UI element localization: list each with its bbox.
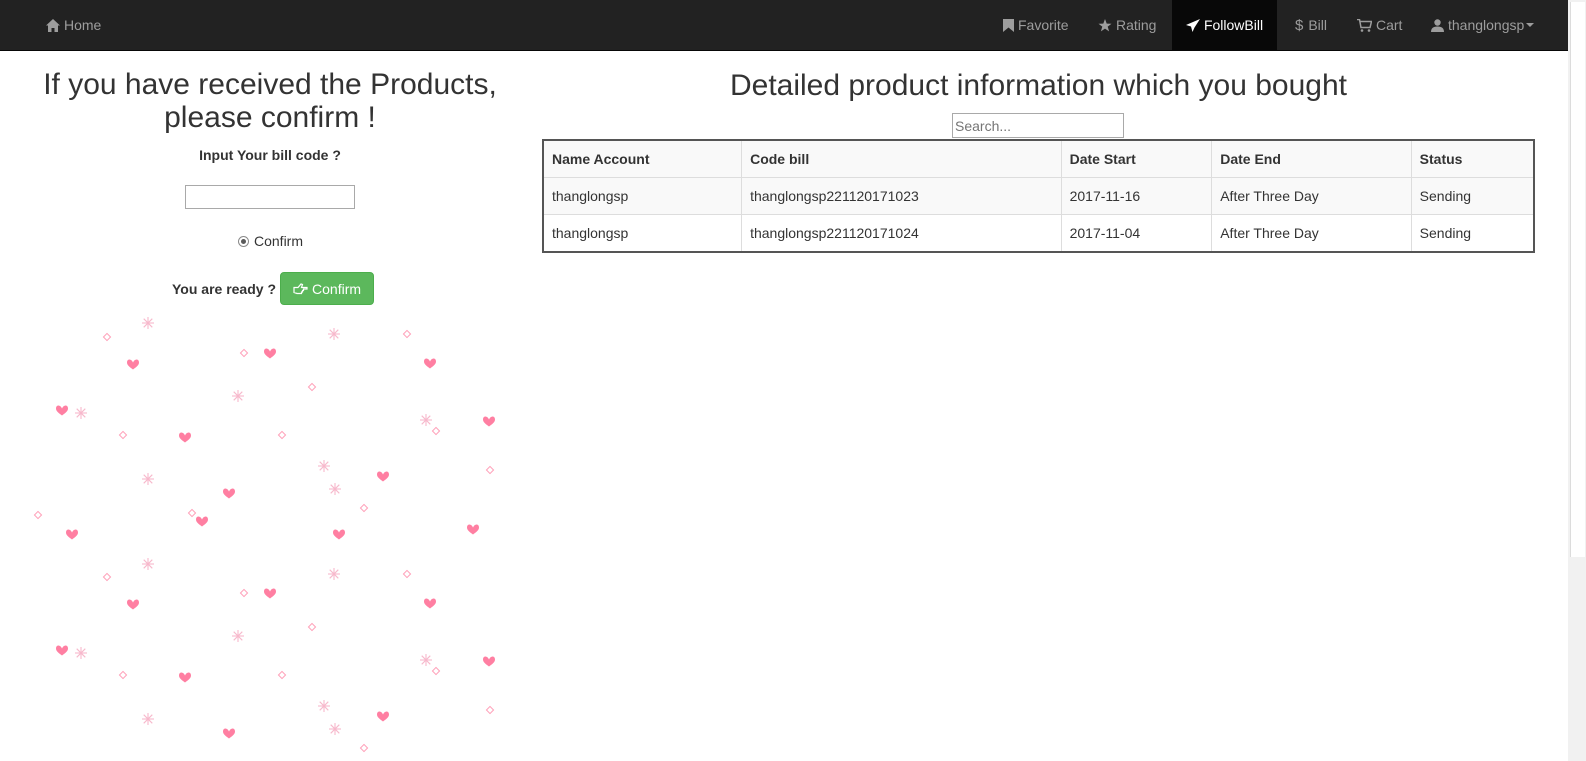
chevron-down-icon <box>1526 23 1535 27</box>
cell-name-account: thanglongsp <box>542 214 743 253</box>
nav-rating-label: Rating <box>1116 17 1157 33</box>
navbar: Home Favorite Rating FollowBill $ Bill C… <box>0 0 1568 51</box>
nav-home-label: Home <box>64 17 102 33</box>
column-header-date-start: Date Start <box>1060 139 1213 178</box>
cell-status: Sending <box>1410 177 1535 215</box>
send-icon <box>1185 18 1200 32</box>
nav-home[interactable]: Home <box>46 0 101 50</box>
cell-date-end: After Three Day <box>1211 177 1412 215</box>
nav-followbill-label: FollowBill <box>1203 17 1264 33</box>
confirm-radio[interactable] <box>238 235 249 247</box>
radio-selected-dot <box>241 238 246 244</box>
bookmark-icon <box>1003 18 1014 32</box>
cell-code-bill: thanglongsp221120171023 <box>741 177 1062 215</box>
search-input[interactable] <box>952 113 1124 138</box>
nav-cart[interactable]: Cart <box>1357 0 1402 50</box>
confirm-button-label: Confirm <box>312 280 362 297</box>
confirm-radio-label: Confirm <box>254 233 304 249</box>
bill-heading: Detailed product information which you b… <box>729 69 1348 102</box>
ready-label: You are ready ? <box>172 280 277 297</box>
bill-table: Name Account Code bill Date Start Date E… <box>542 139 1535 253</box>
nav-cart-label: Cart <box>1376 17 1403 33</box>
nav-bill-label: Bill <box>1308 17 1328 33</box>
cell-date-end: After Three Day <box>1211 214 1412 253</box>
nav-favorite[interactable]: Favorite <box>1003 0 1069 50</box>
column-header-date-end: Date End <box>1211 139 1412 178</box>
table-row: thanglongsp thanglongsp221120171024 2017… <box>542 214 1535 253</box>
cell-code-bill: thanglongsp221120171024 <box>741 214 1062 253</box>
cell-date-start: 2017-11-16 <box>1060 177 1213 215</box>
column-header-code-bill: Code bill <box>741 139 1062 178</box>
cell-date-start: 2017-11-04 <box>1060 214 1213 253</box>
column-header-name-account: Name Account <box>542 139 743 178</box>
decoration-pattern <box>33 316 495 753</box>
nav-user-label: thanglongsp <box>1448 17 1525 33</box>
nav-user-dropdown[interactable]: thanglongsp <box>1431 0 1535 50</box>
confirm-heading: If you have received the Products, pleas… <box>43 68 497 134</box>
nav-bill[interactable]: $ Bill <box>1295 0 1327 50</box>
bill-code-input[interactable] <box>185 185 355 209</box>
dollar-icon: $ <box>1295 16 1304 34</box>
scrollbar[interactable] <box>1568 0 1586 761</box>
nav-favorite-label: Favorite <box>1018 17 1069 33</box>
nav-rating[interactable]: Rating <box>1098 0 1156 50</box>
cell-name-account: thanglongsp <box>542 177 743 215</box>
ready-row: You are ready ? Confirm <box>172 272 375 305</box>
cell-status: Sending <box>1410 214 1535 253</box>
table-header-row: Name Account Code bill Date Start Date E… <box>542 139 1535 178</box>
bill-code-label: Input Your bill code ? <box>199 147 341 163</box>
confirm-button[interactable]: Confirm <box>280 272 375 305</box>
scrollbar-thumb[interactable] <box>1570 2 1585 557</box>
confirm-radio-row[interactable]: Confirm <box>238 233 303 249</box>
hand-point-right-icon <box>293 282 308 294</box>
column-header-status: Status <box>1410 139 1535 178</box>
nav-followbill[interactable]: FollowBill <box>1172 0 1277 50</box>
heart-snowflake-decoration <box>33 316 495 753</box>
cart-icon <box>1357 18 1372 32</box>
table-row: thanglongsp thanglongsp221120171023 2017… <box>542 177 1535 215</box>
home-icon <box>46 18 60 32</box>
star-icon <box>1098 18 1112 31</box>
user-icon <box>1431 18 1444 32</box>
